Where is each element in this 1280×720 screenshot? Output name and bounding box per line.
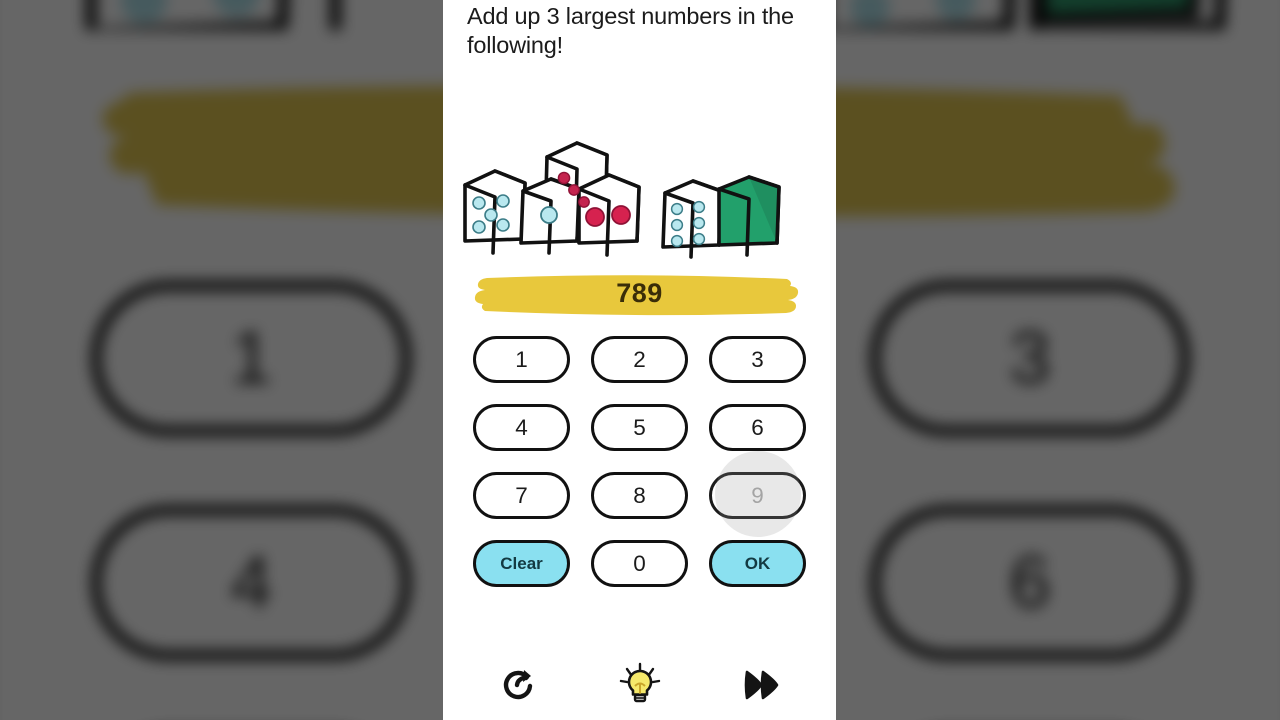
die-one-pips <box>540 206 558 224</box>
skip-button[interactable] <box>735 660 789 710</box>
dice-illustration-svg <box>463 141 781 259</box>
keypad-row-1: 1 2 3 <box>473 336 806 383</box>
key-3[interactable]: 3 <box>709 336 806 383</box>
key-clear[interactable]: Clear <box>473 540 570 587</box>
game-panel: Add up 3 largest numbers in the followin… <box>443 0 836 720</box>
key-6[interactable]: 6 <box>709 404 806 451</box>
answer-value: 789 <box>616 277 663 308</box>
restart-button[interactable] <box>491 660 545 710</box>
key-0[interactable]: 0 <box>591 540 688 587</box>
skip-forward-icon <box>744 670 778 700</box>
puzzle-illustration <box>443 135 836 260</box>
bottom-toolbar <box>443 660 836 710</box>
keypad-row-4: Clear 0 OK <box>473 540 806 587</box>
key-9-label: 9 <box>751 482 764 508</box>
keypad-row-3: 7 8 9 <box>473 451 806 537</box>
key-1[interactable]: 1 <box>473 336 570 383</box>
key-4[interactable]: 4 <box>473 404 570 451</box>
hint-lightbulb-icon <box>619 662 660 703</box>
key-7[interactable]: 7 <box>473 472 570 519</box>
key-ok[interactable]: OK <box>709 540 806 587</box>
key-8[interactable]: 8 <box>591 472 688 519</box>
number-keypad: 1 2 3 4 5 6 7 8 9 Clear 0 OK <box>473 336 806 587</box>
key-2[interactable]: 2 <box>591 336 688 383</box>
hint-button[interactable] <box>613 660 667 710</box>
keypad-row-2: 4 5 6 <box>473 404 806 451</box>
key-5[interactable]: 5 <box>591 404 688 451</box>
answer-banner: 789 <box>473 268 806 318</box>
page-title: Add up 3 largest numbers in the followin… <box>467 3 794 58</box>
key-9[interactable]: 9 <box>709 451 806 537</box>
restart-icon <box>503 670 532 700</box>
app-screen: 123 456 789 Clear0OK Add up 3 largest nu… <box>0 0 1280 720</box>
